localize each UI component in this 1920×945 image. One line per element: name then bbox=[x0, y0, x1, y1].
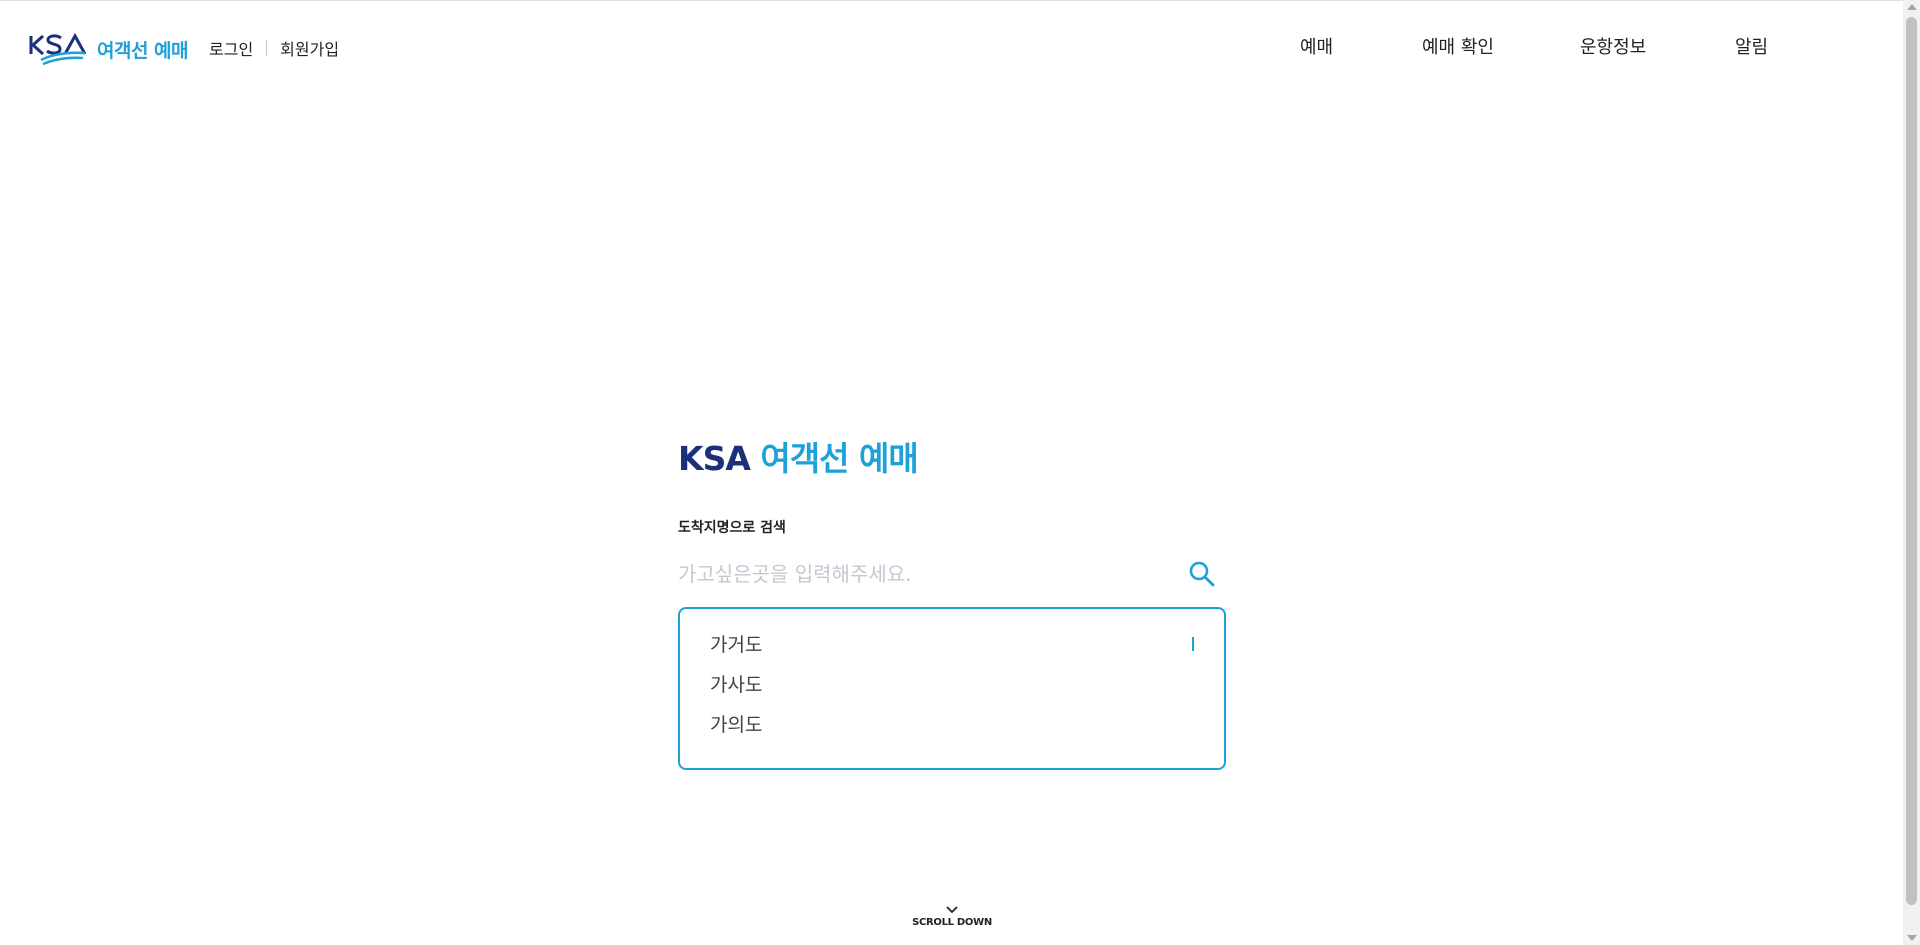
scroll-up-arrow-icon[interactable] bbox=[1907, 4, 1917, 10]
search-icon bbox=[1189, 561, 1215, 587]
page-scrollbar[interactable] bbox=[1903, 0, 1920, 945]
chevron-down-icon bbox=[946, 906, 958, 914]
suggestion-item[interactable]: 가의도 bbox=[710, 711, 1224, 751]
suggestion-item[interactable]: 가거도 bbox=[710, 631, 1224, 671]
suggestion-dropdown: 가거도 가사도 가의도 bbox=[678, 607, 1226, 770]
nav-booking[interactable]: 예매 bbox=[1300, 33, 1333, 59]
search-button[interactable] bbox=[1188, 560, 1216, 588]
dropdown-scrollbar[interactable] bbox=[1192, 637, 1194, 651]
scroll-down-label: SCROLL DOWN bbox=[912, 917, 992, 928]
nav-booking-check[interactable]: 예매 확인 bbox=[1422, 33, 1494, 59]
site-header: 여객선 예매 로그인 회원가입 예매 예매 확인 운항정보 알림 bbox=[0, 0, 1903, 92]
scrollbar-thumb[interactable] bbox=[1906, 17, 1917, 905]
destination-search-input[interactable] bbox=[678, 556, 1178, 592]
page-title: KSA 여객선 예매 bbox=[678, 432, 919, 480]
title-sub: 여객선 예매 bbox=[760, 439, 918, 478]
nav-service-info[interactable]: 운항정보 bbox=[1580, 33, 1646, 59]
title-brand: KSA bbox=[678, 439, 751, 478]
main-nav: 예매 예매 확인 운항정보 알림 bbox=[0, 33, 1903, 59]
nav-notifications[interactable]: 알림 bbox=[1735, 33, 1768, 59]
suggestion-list: 가거도 가사도 가의도 bbox=[680, 609, 1224, 751]
search-label: 도착지명으로 검색 bbox=[678, 520, 786, 536]
suggestion-item[interactable]: 가사도 bbox=[710, 671, 1224, 711]
scroll-down-arrow-icon[interactable] bbox=[1907, 935, 1917, 941]
scroll-down[interactable]: SCROLL DOWN bbox=[902, 906, 1002, 928]
